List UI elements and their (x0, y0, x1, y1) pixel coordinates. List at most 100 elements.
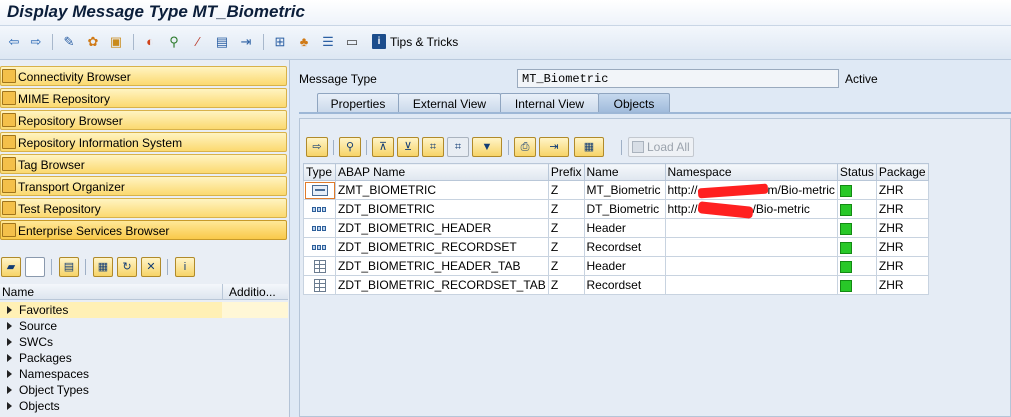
layout-icon[interactable]: ▦ (574, 137, 604, 157)
sort-descending-icon[interactable]: ⊻ (397, 137, 419, 157)
prefix-cell[interactable]: Z (547, 275, 585, 295)
namespace-cell[interactable] (664, 275, 838, 295)
export-icon[interactable]: ⇥ (238, 34, 254, 50)
expand-icon[interactable]: ▦ (93, 257, 113, 277)
message-type-field[interactable]: MT_Biometric (517, 69, 839, 88)
find-icon[interactable]: ⌗ (422, 137, 444, 157)
namespace-cell[interactable] (664, 237, 838, 257)
table-row[interactable]: ZDT_BIOMETRIC_HEADER Z Header ZHR (303, 218, 929, 238)
tree-column-name[interactable]: Name (2, 285, 34, 299)
window-icon[interactable]: ▭ (344, 34, 360, 50)
print-icon[interactable]: ⎙ (514, 137, 536, 157)
prefix-cell[interactable]: Z (547, 199, 585, 219)
package-cell[interactable]: ZHR (875, 237, 929, 257)
expand-triangle-icon[interactable] (7, 386, 12, 394)
navigate-to-icon[interactable]: ⇨ (306, 137, 328, 157)
expand-triangle-icon[interactable] (7, 322, 12, 330)
prefix-cell[interactable]: Z (547, 218, 585, 238)
nav-enterprise-services-browser[interactable]: Enterprise Services Browser (0, 220, 287, 240)
column-prefix[interactable]: Prefix (547, 163, 585, 181)
package-cell[interactable]: ZHR (875, 275, 929, 295)
details-icon[interactable]: ⚲ (339, 137, 361, 157)
column-status[interactable]: Status (836, 163, 877, 181)
table-row[interactable]: ZDT_BIOMETRIC_HEADER_TAB Z Header ZHR (303, 256, 929, 276)
tab-internal-view[interactable]: Internal View (500, 93, 599, 113)
column-type[interactable]: Type (303, 163, 336, 181)
namespace-cell[interactable]: http:// m/Bio-metric (664, 180, 838, 200)
prefix-cell[interactable]: Z (547, 256, 585, 276)
export-list-icon[interactable]: ⇥ (539, 137, 569, 157)
nav-repository-browser[interactable]: Repository Browser (0, 110, 287, 130)
nav-test-repository[interactable]: Test Repository (0, 198, 287, 218)
column-namespace[interactable]: Namespace (664, 163, 838, 181)
tree-item-namespaces[interactable]: Namespaces (0, 366, 288, 382)
new-document-icon[interactable] (25, 257, 45, 277)
display-list-icon[interactable]: ▤ (59, 257, 79, 277)
abap-name-cell[interactable]: ZDT_BIOMETRIC_HEADER (335, 218, 549, 238)
close-icon[interactable]: ✕ (141, 257, 161, 277)
name-cell[interactable]: MT_Biometric (583, 180, 666, 200)
tree-item-packages[interactable]: Packages (0, 350, 288, 366)
name-cell[interactable]: DT_Biometric (583, 199, 666, 219)
prefix-cell[interactable]: Z (547, 237, 585, 257)
expand-triangle-icon[interactable] (7, 370, 12, 378)
other-object-icon[interactable]: ✎ (61, 34, 77, 50)
type-cell[interactable] (303, 275, 336, 295)
package-cell[interactable]: ZHR (875, 256, 929, 276)
column-name[interactable]: Name (583, 163, 666, 181)
namespace-cell[interactable] (664, 256, 838, 276)
nav-tag-browser[interactable]: Tag Browser (0, 154, 287, 174)
copy-icon[interactable]: ▤ (214, 34, 230, 50)
type-cell[interactable] (303, 237, 336, 257)
name-cell[interactable]: Recordset (583, 237, 666, 257)
expand-triangle-icon[interactable] (7, 338, 12, 346)
nav-connectivity-browser[interactable]: Connectivity Browser (0, 66, 287, 86)
refresh-icon[interactable]: ↻ (117, 257, 137, 277)
column-abap-name[interactable]: ABAP Name (335, 163, 549, 181)
tree-item-object-types[interactable]: Object Types (0, 382, 288, 398)
expand-triangle-icon[interactable] (7, 354, 12, 362)
abap-name-cell[interactable]: ZDT_BIOMETRIC_RECORDSET_TAB (335, 275, 549, 295)
table-row[interactable]: ZDT_BIOMETRIC_RECORDSET Z Recordset ZHR (303, 237, 929, 257)
prefix-cell[interactable]: Z (547, 180, 585, 200)
column-package[interactable]: Package (875, 163, 929, 181)
open-folder-icon[interactable]: ▰ (1, 257, 21, 277)
tips-and-tricks-button[interactable]: Tips & Tricks (390, 35, 458, 49)
abap-name-cell[interactable]: ZDT_BIOMETRIC_RECORDSET (335, 237, 549, 257)
package-cell[interactable]: ZHR (875, 218, 929, 238)
type-cell[interactable] (303, 256, 336, 276)
tab-objects[interactable]: Objects (598, 93, 670, 113)
tree-column-additional[interactable]: Additio... (222, 284, 276, 300)
name-cell[interactable]: Header (583, 256, 666, 276)
expand-triangle-icon[interactable] (7, 402, 12, 410)
tree-item-favorites[interactable]: Favorites (0, 302, 288, 318)
edit-icon[interactable]: ∕ (190, 34, 206, 50)
back-icon[interactable]: ⇦ (6, 34, 22, 50)
tree-icon[interactable]: ☰ (320, 34, 336, 50)
navigate-icon[interactable]: ⊞ (272, 34, 288, 50)
expand-triangle-icon[interactable] (7, 306, 12, 314)
nav-repository-information-system[interactable]: Repository Information System (0, 132, 287, 152)
forward-icon[interactable]: ⇨ (28, 34, 44, 50)
abap-name-cell[interactable]: ZDT_BIOMETRIC_HEADER_TAB (335, 256, 549, 276)
nav-transport-organizer[interactable]: Transport Organizer (0, 176, 287, 196)
namespace-cell[interactable]: http:// /Bio-metric (664, 199, 838, 219)
package-cell[interactable]: ZHR (875, 180, 929, 200)
hierarchy-icon[interactable]: ♣ (296, 34, 312, 50)
load-all-button[interactable]: Load All (628, 137, 694, 157)
name-cell[interactable]: Header (583, 218, 666, 238)
package-cell[interactable]: ZHR (875, 199, 929, 219)
abap-name-cell[interactable]: ZMT_BIOMETRIC (335, 180, 549, 200)
type-cell[interactable] (303, 199, 336, 219)
sort-ascending-icon[interactable]: ⊼ (372, 137, 394, 157)
find-next-icon[interactable]: ⌗ (447, 137, 469, 157)
information-icon[interactable]: i (175, 257, 195, 277)
abap-name-cell[interactable]: ZDT_BIOMETRIC (335, 199, 549, 219)
nav-mime-repository[interactable]: MIME Repository (0, 88, 287, 108)
tree-item-objects[interactable]: Objects (0, 398, 288, 414)
name-cell[interactable]: Recordset (583, 275, 666, 295)
check-icon[interactable]: ◐ (142, 34, 158, 50)
tab-external-view[interactable]: External View (398, 93, 501, 113)
tree-item-source[interactable]: Source (0, 318, 288, 334)
filter-icon[interactable]: ▼ (472, 137, 502, 157)
